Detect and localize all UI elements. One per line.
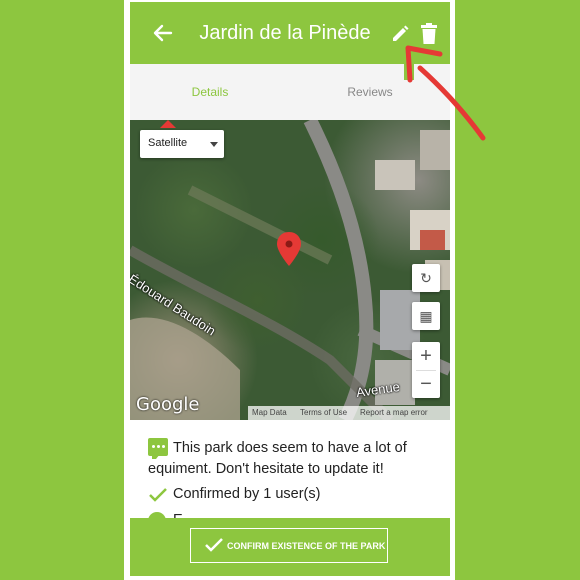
map-type-label: Satellite: [148, 137, 188, 149]
confirm-button-label: CONFIRM EXISTENCE OF THE PARK: [227, 541, 386, 551]
map-type-select[interactable]: Satellite: [140, 130, 224, 158]
equipment-message: This park does seem to have a lot of equ…: [148, 440, 407, 477]
tilt-icon[interactable]: ▦: [412, 302, 440, 330]
chevron-down-icon: [210, 142, 218, 147]
red-annotation-arrow-icon: [405, 45, 486, 141]
satellite-map[interactable]: Satellite Édouard Baudoin Avenue ↻ ▦ + −…: [130, 120, 450, 420]
terms-link[interactable]: Terms of Use: [300, 408, 347, 417]
back-arrow-icon[interactable]: [150, 20, 176, 46]
park-details: This park does seem to have a lot of equ…: [130, 420, 450, 530]
map-data-link[interactable]: Map Data: [252, 408, 287, 417]
map-attribution: Map Data Terms of Use Report a map error: [248, 406, 450, 420]
tab-details[interactable]: Details: [130, 64, 290, 120]
action-footer: CONFIRM EXISTENCE OF THE PARK: [130, 518, 450, 576]
confirmed-count: Confirmed by 1 user(s): [173, 486, 321, 502]
zoom-control: + −: [412, 342, 440, 398]
checkmark-icon: [205, 538, 223, 552]
zoom-out-button[interactable]: −: [412, 370, 440, 398]
page-title: Jardin de la Pinède: [199, 22, 371, 44]
rotate-icon[interactable]: ↻: [412, 264, 440, 292]
confirm-existence-button[interactable]: CONFIRM EXISTENCE OF THE PARK: [190, 528, 388, 563]
checkmark-icon: [148, 486, 168, 504]
google-logo: Google: [136, 394, 200, 415]
report-error-link[interactable]: Report a map error: [360, 408, 428, 417]
zoom-in-button[interactable]: +: [412, 342, 440, 370]
map-imagery: [130, 120, 450, 420]
